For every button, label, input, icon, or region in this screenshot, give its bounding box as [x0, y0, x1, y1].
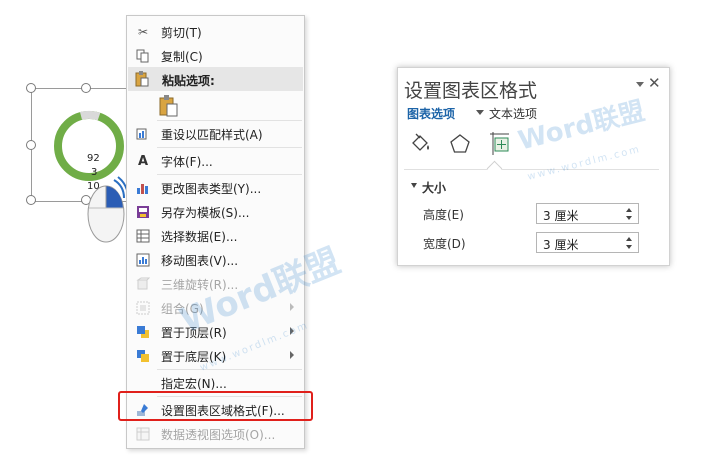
menu-item-select-data[interactable]: 选择数据(E)... [127, 224, 304, 248]
menu-item-label: 组合(G) [161, 301, 204, 316]
pivot-options-icon [135, 426, 151, 442]
menu-item-label: 字体(F)... [161, 154, 213, 169]
donut-ring-segment [79, 110, 101, 121]
height-value: 3 厘米 [543, 209, 579, 223]
menu-item-label: 另存为模板(S)... [161, 205, 250, 220]
submenu-arrow-icon [290, 303, 294, 311]
size-properties-icon [490, 132, 509, 155]
menu-item-group[interactable]: 组合(G) [127, 296, 304, 320]
tab-text-options[interactable]: 文本选项 [489, 105, 537, 122]
donut-chart[interactable] [51, 108, 127, 184]
fill-line-tab[interactable] [407, 131, 433, 157]
resize-handle-bottom-left[interactable] [26, 195, 36, 205]
menu-item-send-to-back[interactable]: 置于底层(K) [127, 344, 304, 368]
pentagon-icon [450, 134, 470, 153]
copy-icon [135, 48, 151, 64]
menu-item-reset-style[interactable]: 重设以匹配样式(A) [127, 122, 304, 146]
clipboard-icon [135, 71, 149, 90]
group-icon [135, 300, 151, 316]
menu-item-label: 指定宏(N)... [161, 376, 227, 391]
height-label: 高度(E) [423, 208, 464, 222]
rotate-3d-icon [135, 276, 151, 292]
menu-item-label: 数据透视图选项(O)... [161, 427, 276, 442]
chart-type-icon [135, 180, 151, 196]
spinner-down-icon[interactable] [626, 245, 632, 249]
menu-item-font[interactable]: A 字体(F)... [127, 149, 304, 173]
pane-options-dropdown-icon[interactable] [636, 82, 644, 87]
menu-item-change-chart-type[interactable]: 更改图表类型(Y)... [127, 176, 304, 200]
menu-item-pivot-chart-options[interactable]: 数据透视图选项(O)... [127, 422, 304, 446]
spinner-up-icon[interactable] [626, 237, 632, 241]
menu-item-label: 复制(C) [161, 49, 203, 64]
size-properties-tab[interactable] [487, 131, 513, 157]
section-collapse-icon[interactable] [411, 183, 417, 188]
context-menu: 粘贴选项: ✂ 剪切(T) 复制(C) 重设以匹配样式(A) A 字体(F)..… [126, 15, 305, 449]
paste-options-label: 粘贴选项: [162, 74, 215, 88]
menu-item-copy[interactable]: 复制(C) [127, 44, 304, 68]
menu-item-label: 更改图表类型(Y)... [161, 181, 262, 196]
resize-handle-left[interactable] [26, 140, 36, 150]
font-icon: A [137, 153, 149, 169]
menu-item-label: 置于底层(K) [161, 349, 227, 364]
menu-item-move-chart[interactable]: 移动图表(V)... [127, 248, 304, 272]
paste-option-icon [159, 95, 178, 117]
width-value: 3 厘米 [543, 238, 579, 252]
tab-chart-options[interactable]: 图表选项 [407, 105, 455, 122]
menu-item-label: 移动图表(V)... [161, 253, 239, 268]
section-size-header[interactable]: 大小 [422, 179, 446, 196]
menu-item-label: 剪切(T) [161, 25, 202, 40]
effects-tab[interactable] [447, 131, 473, 157]
height-spinner[interactable]: 3 厘米 [536, 203, 639, 224]
paint-bucket-icon [412, 133, 429, 151]
pane-title: 设置图表区格式 [404, 80, 538, 102]
menu-item-label: 三维旋转(R)... [161, 277, 239, 292]
width-label: 宽度(D) [423, 237, 466, 251]
submenu-arrow-icon [290, 351, 294, 359]
width-spinner[interactable]: 3 厘米 [536, 232, 639, 253]
menu-item-label: 置于顶层(R) [161, 325, 227, 340]
menu-item-label: 重设以匹配样式(A) [161, 127, 263, 142]
reset-style-icon [135, 126, 151, 142]
chevron-down-icon[interactable] [476, 110, 484, 115]
resize-handle-top-left[interactable] [26, 83, 36, 93]
scissors-icon: ✂ [137, 25, 149, 39]
submenu-arrow-icon [290, 327, 294, 335]
menu-item-3d-rotation[interactable]: 三维旋转(R)... [127, 272, 304, 296]
menu-item-cut[interactable]: ✂ 剪切(T) [127, 20, 304, 44]
spinner-down-icon[interactable] [626, 216, 632, 220]
mouse-cursor-icon [87, 176, 128, 243]
move-chart-icon [135, 252, 151, 268]
send-back-icon [135, 348, 151, 364]
paste-option-keep-formatting[interactable] [158, 94, 180, 118]
menu-item-label: 选择数据(E)... [161, 229, 238, 244]
highlight-annotation-box [118, 391, 313, 421]
format-chart-area-pane: 设置图表区格式 ✕ 图表选项 文本选项 大小 高度(E) 3 厘米 宽度(D) … [397, 67, 670, 266]
close-icon[interactable]: ✕ [648, 74, 661, 92]
bring-front-icon [135, 324, 151, 340]
resize-handle-top[interactable] [81, 83, 91, 93]
paste-options-header: 粘贴选项: [128, 67, 303, 91]
donut-ring-main [54, 111, 124, 181]
chart-data-label: 92 [87, 153, 100, 164]
save-template-icon [135, 204, 151, 220]
spinner-up-icon[interactable] [626, 208, 632, 212]
menu-item-save-as-template[interactable]: 另存为模板(S)... [127, 200, 304, 224]
menu-item-bring-to-front[interactable]: 置于顶层(R) [127, 320, 304, 344]
select-data-icon [135, 228, 151, 244]
